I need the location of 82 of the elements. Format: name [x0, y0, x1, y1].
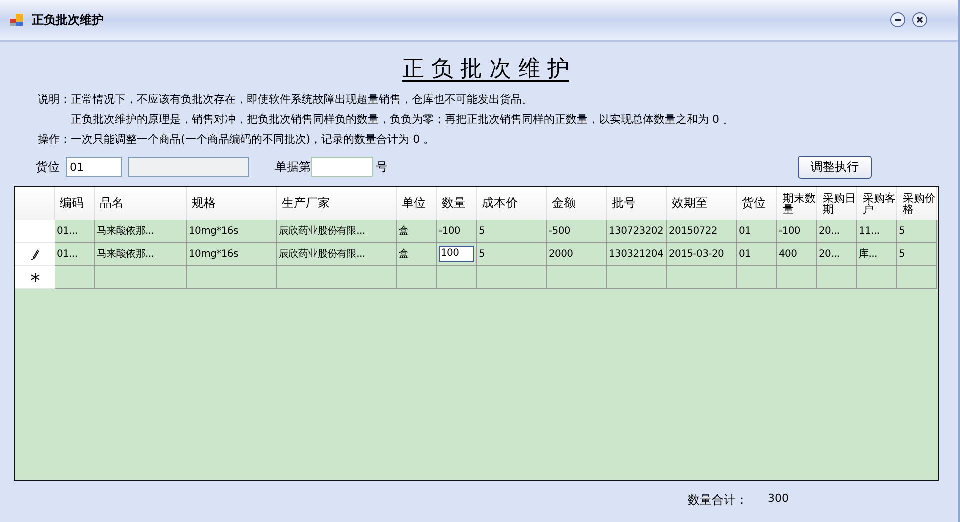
row-header[interactable] [15, 243, 55, 266]
column-header[interactable]: 采购日期 [817, 187, 857, 220]
pencil-icon [30, 248, 40, 260]
table-cell: 01... [57, 226, 78, 236]
note-label: 操作： [38, 132, 71, 147]
asterisk-icon [30, 272, 40, 282]
empty-cell[interactable] [477, 266, 547, 289]
table-cell: 20... [819, 248, 840, 260]
empty-cell[interactable] [817, 266, 857, 289]
column-header[interactable]: 数量 [437, 187, 477, 220]
column-header[interactable]: 品名 [95, 187, 187, 220]
table-cell-text: 辰欣药业股份有限... [279, 248, 366, 261]
empty-cell[interactable] [437, 266, 477, 289]
table-cell-text: 辰欣药业股份有限... [279, 224, 366, 238]
table-cell-text: 马来酸依那... [97, 248, 154, 261]
table-cell: 10mg*16s [189, 248, 238, 260]
total-value: 300 [768, 492, 789, 507]
table-cell-text: 盒 [399, 224, 409, 238]
document-number-field[interactable] [311, 157, 373, 177]
document-label: 单据第 [275, 158, 311, 176]
table-cell: 2000 [549, 248, 574, 260]
table-cell: 11... [859, 226, 880, 236]
window-title: 正负批次维护 [32, 12, 104, 28]
table-cell: 20... [819, 226, 840, 236]
table-cell: 400 [779, 248, 798, 260]
table-cell: 01 [739, 226, 752, 236]
note-text: 一次只能调整一个商品(一个商品编码的不同批次)，记录的数量合计为 0 。 [71, 132, 435, 147]
table-cell: -100 [439, 226, 460, 236]
close-button[interactable] [912, 12, 928, 28]
column-header[interactable]: 成本价 [477, 187, 547, 220]
empty-cell[interactable] [95, 266, 187, 289]
empty-cell[interactable] [187, 266, 277, 289]
table-cell: -100 [779, 226, 800, 236]
table-cell: 01... [57, 248, 78, 260]
corner-cell [15, 187, 55, 220]
column-header[interactable]: 规格 [187, 187, 277, 220]
table-cell: 5 [479, 248, 486, 260]
minimize-button[interactable] [890, 12, 906, 28]
empty-cell[interactable] [277, 266, 397, 289]
cell-editor[interactable]: 100 [439, 246, 474, 262]
empty-cell[interactable] [737, 266, 777, 289]
empty-cell[interactable] [607, 266, 667, 289]
table-cell: 10mg*16s [189, 226, 238, 236]
column-header[interactable]: 货位 [737, 187, 777, 220]
document-suffix: 号 [376, 158, 388, 176]
empty-cell[interactable] [897, 266, 937, 289]
note-text: 正负批次维护的原理是，销售对冲，把负批次销售同样负的数量，负负为零；再把正批次销售同样的正数量，以实现总体数量之和为 0 。 [71, 112, 734, 127]
empty-cell[interactable] [777, 266, 817, 289]
note-label: 说明： [38, 92, 71, 108]
table-cell-text: 盒 [399, 248, 409, 261]
column-header[interactable]: 编码 [55, 187, 95, 220]
execute-button[interactable]: 调整执行 [798, 156, 872, 178]
table-cell: 01 [739, 248, 752, 260]
table-cell: -500 [549, 226, 570, 236]
column-header[interactable]: 金额 [547, 187, 607, 220]
table-cell: 130321204 [609, 248, 664, 260]
table-cell: 2015-03-20 [669, 248, 724, 260]
table-cell: 130723202 [609, 226, 664, 236]
empty-cell[interactable] [667, 266, 737, 289]
column-header[interactable]: 批号 [607, 187, 667, 220]
total-label: 数量合计： [688, 492, 748, 509]
empty-cell[interactable] [547, 266, 607, 289]
column-header[interactable]: 期末数量 [777, 187, 817, 220]
column-header[interactable]: 采购客户 [857, 187, 897, 220]
location-field[interactable]: 01 [66, 157, 122, 177]
table-cell: 5 [899, 248, 906, 260]
column-header[interactable]: 采购价格 [897, 187, 937, 220]
page-heading: 正 负 批 次 维 护 [402, 56, 570, 84]
table-cell: 5 [479, 226, 486, 236]
column-header[interactable]: 生产厂家 [277, 187, 397, 220]
table-cell-text: 马来酸依那... [97, 224, 154, 238]
note-text: 正常情况下，不应该有负批次存在，即使软件系统故障出现超量销售，仓库也不可能发出货品。 [71, 92, 534, 107]
row-header[interactable] [15, 266, 55, 289]
column-header[interactable]: 效期至 [667, 187, 737, 220]
location-label: 货位 [36, 158, 60, 176]
empty-cell[interactable] [857, 266, 897, 289]
table-cell-text: 库... [859, 248, 878, 261]
empty-cell[interactable] [397, 266, 437, 289]
table-cell: 20150722 [669, 226, 718, 236]
app-icon [10, 14, 24, 26]
column-header[interactable]: 单位 [397, 187, 437, 220]
table-cell: 5 [899, 226, 906, 236]
